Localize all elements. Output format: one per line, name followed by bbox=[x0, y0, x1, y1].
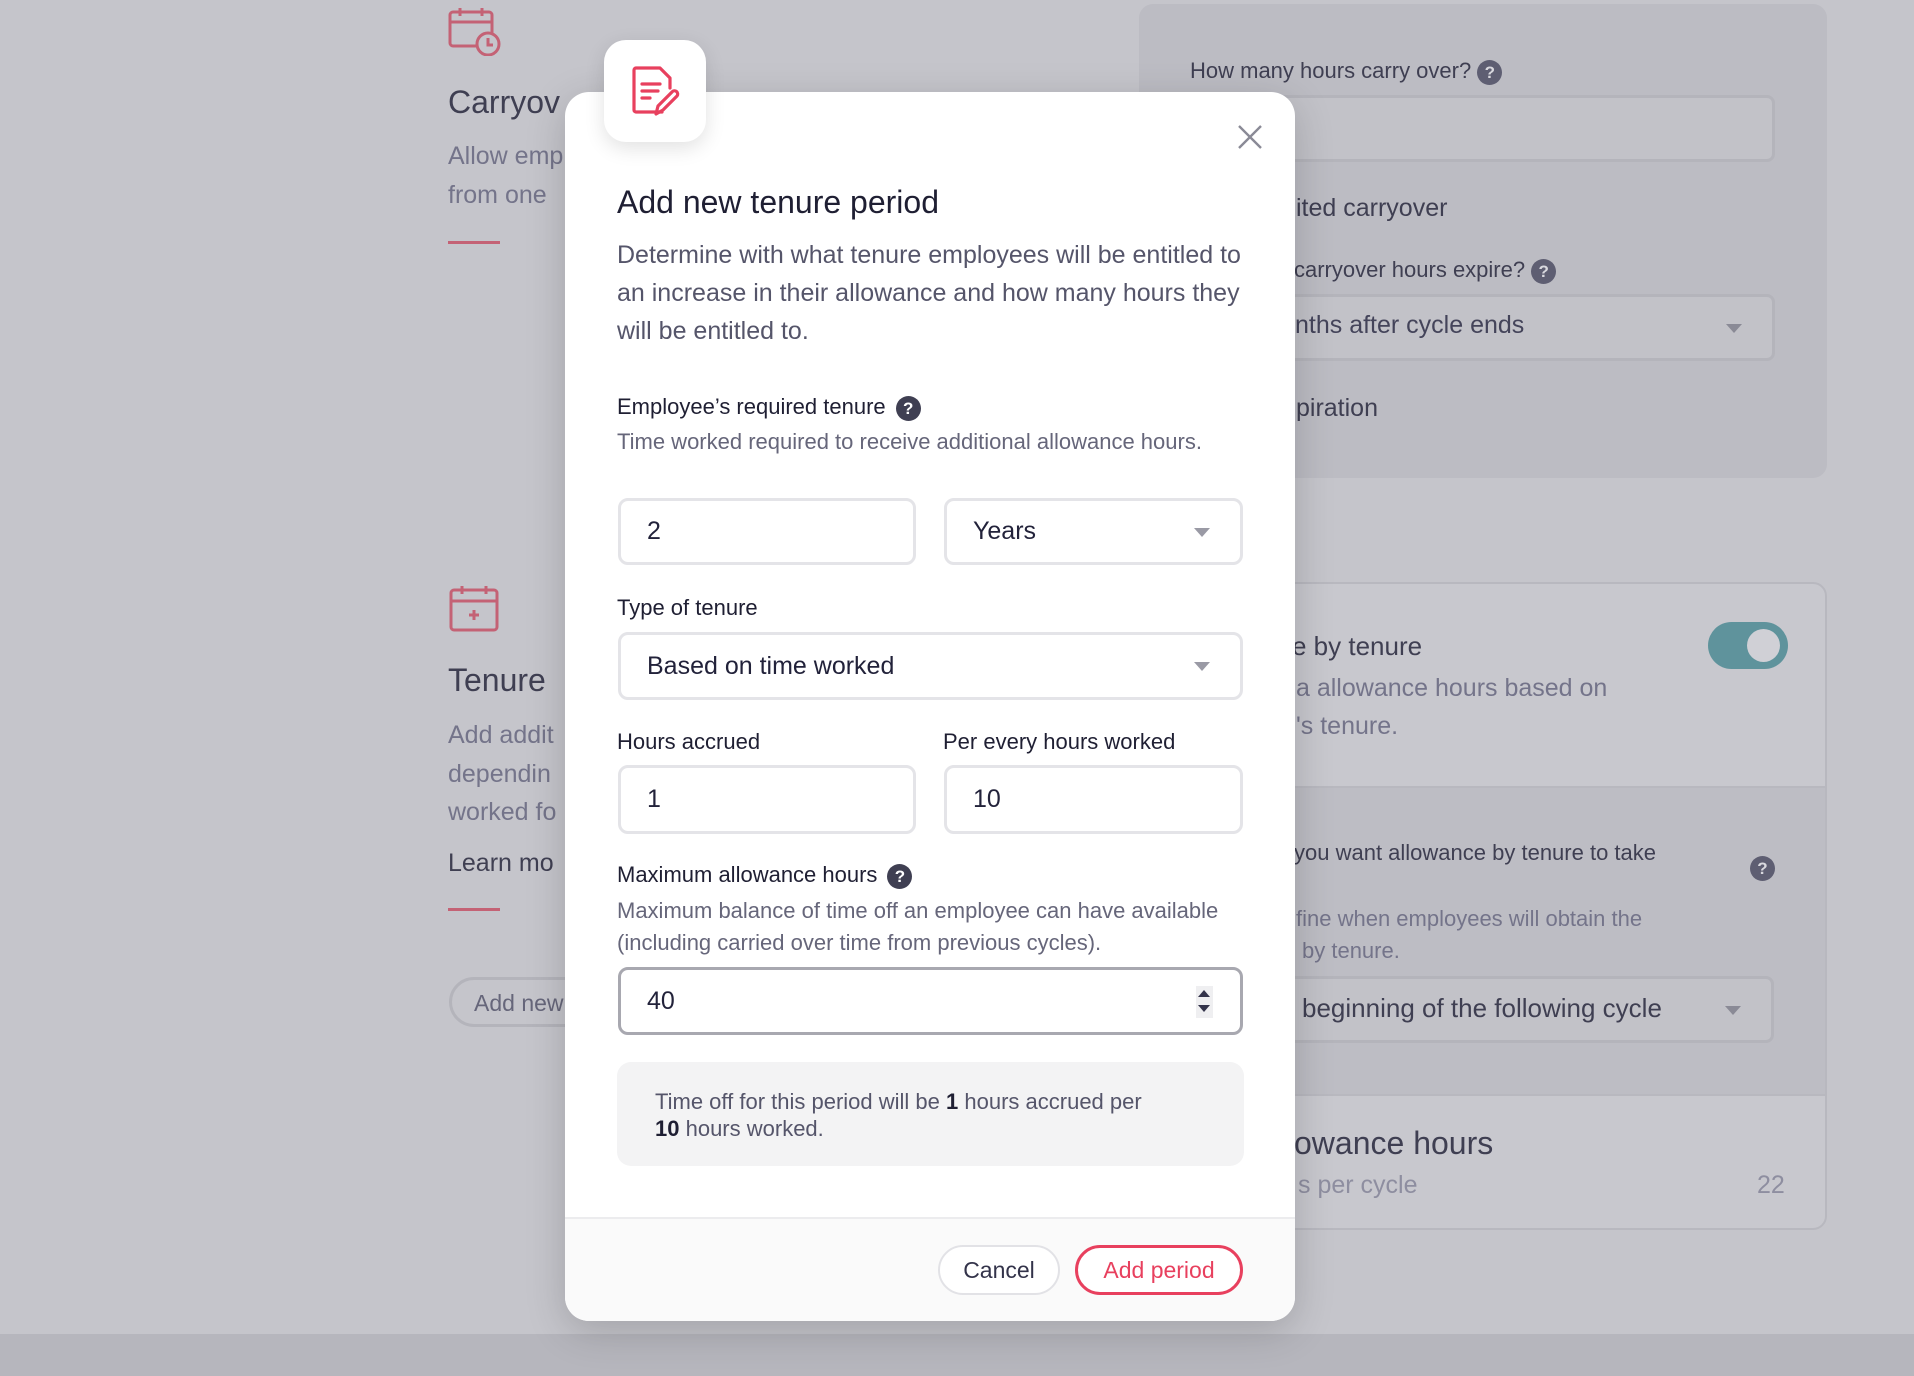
unlimited-carryover-option[interactable]: ited carryover bbox=[1296, 194, 1447, 223]
when-question: you want allowance by tenure to take bbox=[1294, 840, 1657, 865]
type-of-tenure-select[interactable]: Based on time worked bbox=[618, 632, 1243, 700]
hours-accrued-input[interactable]: 1 bbox=[618, 765, 916, 834]
max-allowance-value: 22 bbox=[1757, 1171, 1785, 1199]
summary-hours: 1 bbox=[946, 1089, 959, 1114]
add-tenure-period-dialog: Add new tenure period Determine with wha… bbox=[565, 92, 1295, 1321]
chevron-down-icon bbox=[1194, 662, 1210, 671]
tenure-unit-value: Years bbox=[973, 517, 1037, 545]
summary-text: Time off for this period will be bbox=[655, 1089, 947, 1114]
tenure-title: Tenure bbox=[448, 662, 546, 698]
max-allowance-help: Maximum balance of time off an employee … bbox=[617, 898, 1219, 955]
required-tenure-help: Time worked required to receive addition… bbox=[617, 429, 1202, 454]
tenure-desc-2: dependin bbox=[448, 760, 551, 788]
per-every-label: Per every hours worked bbox=[943, 729, 1176, 754]
help-icon[interactable]: ? bbox=[1477, 59, 1503, 85]
tenure-desc-1: Add addit bbox=[448, 721, 554, 749]
expire-question: carryover hours expire? ? bbox=[1294, 257, 1557, 284]
carry-hours-input[interactable] bbox=[1250, 95, 1775, 162]
help-icon[interactable]: ? bbox=[1531, 258, 1557, 284]
carryover-title: Carryov bbox=[448, 84, 561, 120]
summary-per: 10 bbox=[655, 1116, 680, 1141]
chevron-down-icon bbox=[1194, 527, 1210, 537]
max-allowance-label: Maximum allowance hours bbox=[617, 862, 878, 887]
carryover-desc-2: from one bbox=[448, 181, 547, 209]
when-value: beginning of the following cycle bbox=[1302, 993, 1662, 1023]
no-expiration-option[interactable]: piration bbox=[1296, 394, 1378, 423]
summary-text: hours accrued per bbox=[958, 1089, 1142, 1114]
tenure-toggle[interactable] bbox=[1708, 622, 1788, 669]
close-icon[interactable] bbox=[1237, 124, 1263, 150]
dialog-icon-badge bbox=[604, 40, 706, 142]
learn-more-link[interactable]: Learn mo bbox=[448, 849, 554, 878]
type-of-tenure-label: Type of tenure bbox=[617, 595, 758, 620]
divider bbox=[448, 241, 500, 244]
help-icon[interactable]: ? bbox=[895, 395, 921, 421]
calendar-plus-icon bbox=[449, 586, 499, 632]
dialog-description: Determine with what tenure employees wil… bbox=[617, 241, 1241, 345]
dialog-footer: Cancel Add period bbox=[565, 1217, 1295, 1321]
dialog-title: Add new tenure period bbox=[617, 184, 939, 220]
required-tenure-label: Employee’s required tenure bbox=[617, 394, 886, 419]
stepper-up-icon[interactable] bbox=[1198, 990, 1210, 997]
per-every-value: 10 bbox=[973, 785, 1001, 813]
tenure-card-desc-2: 's tenure. bbox=[1296, 712, 1399, 740]
when-desc-2: by tenure. bbox=[1302, 938, 1400, 963]
cancel-button[interactable]: Cancel bbox=[938, 1245, 1060, 1295]
carry-question: How many hours carry over? ? bbox=[1190, 58, 1503, 85]
expire-select[interactable]: nths after cycle ends bbox=[1250, 294, 1775, 361]
document-edit-icon bbox=[632, 66, 680, 116]
calendar-clock-icon bbox=[448, 8, 501, 56]
help-icon[interactable]: ? bbox=[887, 863, 913, 889]
carryover-desc-1: Allow emp bbox=[448, 142, 564, 170]
number-stepper[interactable] bbox=[1196, 986, 1213, 1018]
summary-box: Time off for this period will be 1 hours… bbox=[617, 1062, 1244, 1166]
hours-accrued-value: 1 bbox=[647, 785, 661, 813]
divider bbox=[448, 908, 500, 911]
expire-value: nths after cycle ends bbox=[1295, 311, 1525, 339]
max-allowance-title: owance hours bbox=[1294, 1125, 1494, 1161]
max-allowance-sub: s per cycle bbox=[1298, 1171, 1418, 1199]
tenure-card-desc-1: a allowance hours based on bbox=[1296, 674, 1608, 702]
required-tenure-label-row: Employee’s required tenure? bbox=[617, 394, 921, 421]
tenure-unit-select[interactable]: Years bbox=[944, 498, 1243, 565]
tenure-card-title: e by tenure bbox=[1292, 631, 1423, 661]
max-allowance-input[interactable]: 40 bbox=[618, 967, 1243, 1035]
chevron-down-icon bbox=[1725, 1005, 1741, 1015]
stepper-down-icon[interactable] bbox=[1198, 1005, 1210, 1012]
max-allowance-value: 40 bbox=[647, 986, 675, 1015]
toggle-knob bbox=[1747, 629, 1780, 662]
max-allowance-label-row: Maximum allowance hours? bbox=[617, 862, 913, 889]
when-select[interactable]: beginning of the following cycle bbox=[1250, 976, 1774, 1043]
type-of-tenure-value: Based on time worked bbox=[647, 651, 895, 680]
summary-text: hours worked. bbox=[679, 1116, 824, 1141]
carry-question-label: How many hours carry over? bbox=[1190, 58, 1472, 83]
add-period-button[interactable]: Add period bbox=[1075, 1245, 1243, 1295]
hours-accrued-label: Hours accrued bbox=[617, 729, 761, 754]
tenure-amount-input[interactable]: 2 bbox=[618, 498, 916, 565]
per-every-hours-input[interactable]: 10 bbox=[944, 765, 1243, 834]
when-desc-1: fine when employees will obtain the bbox=[1296, 906, 1643, 931]
tenure-desc-3: worked fo bbox=[448, 798, 557, 826]
bottom-bar bbox=[0, 1334, 1914, 1376]
tenure-amount-value: 2 bbox=[647, 517, 661, 545]
chevron-down-icon bbox=[1726, 323, 1742, 333]
expire-question-label: carryover hours expire? bbox=[1294, 257, 1526, 282]
help-icon[interactable]: ? bbox=[1750, 856, 1775, 881]
